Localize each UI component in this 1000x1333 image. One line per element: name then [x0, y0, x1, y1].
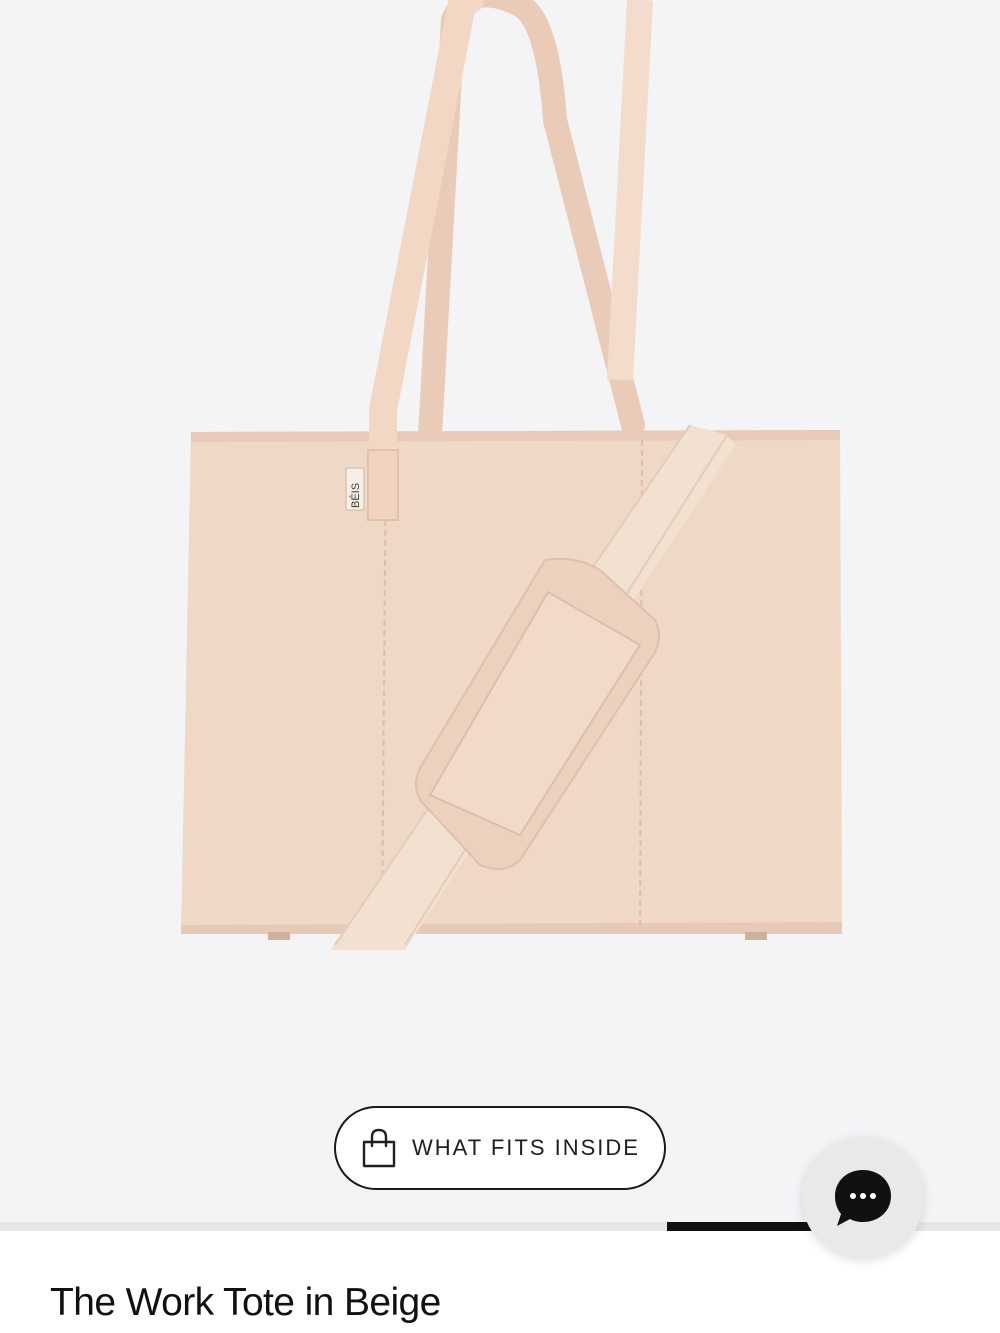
chat-button[interactable]: [802, 1137, 924, 1259]
what-fits-inside-button[interactable]: WHAT FITS INSIDE: [334, 1106, 666, 1190]
what-fits-inside-label: WHAT FITS INSIDE: [412, 1135, 640, 1160]
shopping-bag-icon: [362, 1128, 396, 1168]
product-title: The Work Tote in Beige: [50, 1281, 441, 1324]
product-image: BÉIS: [181, 0, 842, 950]
chat-bubble-icon: [835, 1170, 891, 1226]
product-image-gallery[interactable]: BÉIS WHAT FITS INSIDE: [0, 0, 1000, 1222]
brand-tag-text: BÉIS: [349, 483, 362, 508]
gallery-progress-indicator: [667, 1222, 812, 1231]
